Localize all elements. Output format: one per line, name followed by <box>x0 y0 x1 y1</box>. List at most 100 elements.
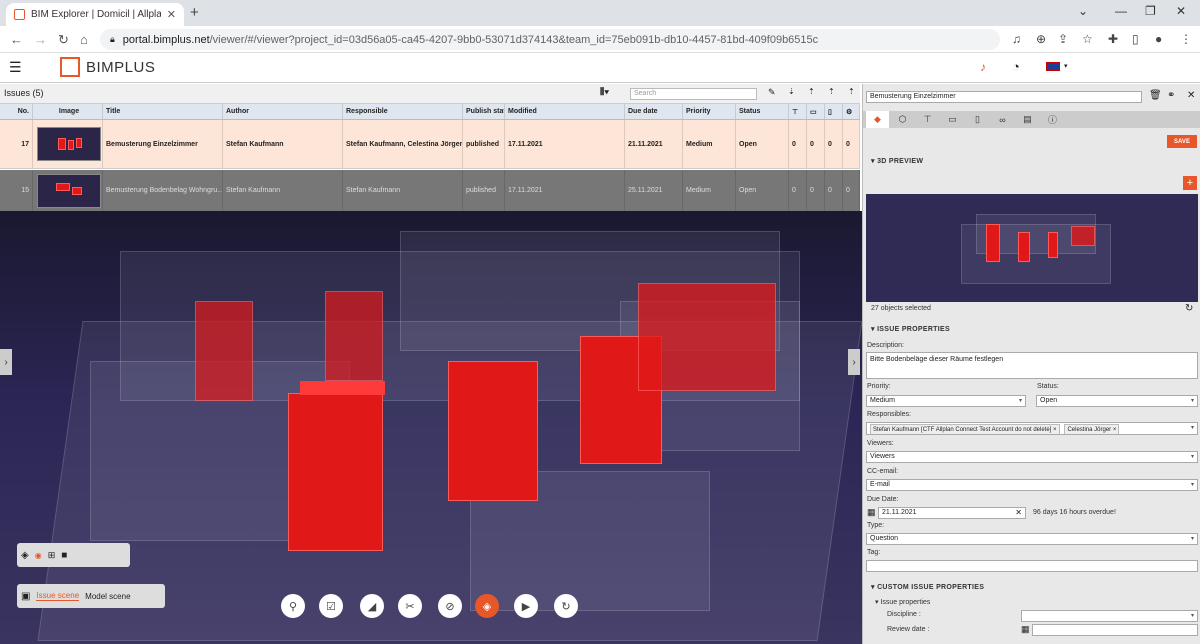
new-tab-icon[interactable]: + <box>190 4 199 21</box>
bcf-export-icon[interactable]: ⇡ <box>808 87 815 96</box>
close-icon[interactable]: ✕ <box>1187 90 1195 101</box>
type-select[interactable]: Question ▾ <box>866 533 1198 545</box>
custom-section-header[interactable]: ▾ CUSTOM ISSUE PROPERTIES <box>871 583 984 591</box>
col-image[interactable]: Image <box>33 104 103 119</box>
col-publish[interactable]: Publish stat <box>463 104 505 119</box>
tag-input[interactable] <box>866 560 1198 572</box>
tab-objects-icon[interactable]: ⬡ <box>891 111 914 128</box>
layers-active-icon[interactable]: ◈ <box>475 594 499 618</box>
table-row[interactable]: 17 Bemusterung Einzelzimmer Stefan Kaufm… <box>0 120 860 169</box>
share-icon[interactable]: ⇪ <box>1058 32 1068 46</box>
tab-pin-icon[interactable]: ⊤ <box>916 111 939 128</box>
sidebar-icon[interactable]: ▯ <box>1132 32 1139 46</box>
col-doc-icon[interactable]: ▯ <box>825 104 843 119</box>
reset-icon[interactable]: ↻ <box>554 594 578 618</box>
edit-issue-icon[interactable]: ✎ <box>768 87 776 98</box>
selected-room[interactable] <box>448 361 538 501</box>
menu-dots-icon[interactable]: ⋮ <box>1180 32 1192 46</box>
delete-icon[interactable]: 🗑︎ <box>1149 90 1162 101</box>
col-comment-icon[interactable]: ▭ <box>807 104 825 119</box>
bcf-import-icon[interactable]: ⇣ <box>788 87 795 96</box>
col-title[interactable]: Title <box>103 104 223 119</box>
3d-viewport[interactable]: › › ◈ ◉ ⊞ ■ ▣ Issue scene Model scene ⚲ … <box>0 211 862 644</box>
measure-icon[interactable]: ◢ <box>360 594 384 618</box>
layers-icon[interactable]: ◈ <box>21 550 29 561</box>
selected-room[interactable] <box>195 301 253 401</box>
save-button[interactable]: SAVE <box>1167 135 1197 148</box>
review-calendar-icon[interactable]: ▦ <box>1021 624 1030 635</box>
selected-room[interactable] <box>638 283 776 391</box>
explode-icon[interactable]: ⊞ <box>48 550 56 561</box>
browser-tab[interactable]: BIM Explorer | Domicil | Allplan B ✕ <box>6 3 184 26</box>
due-date-input[interactable]: 21.11.2021 ✕ <box>878 507 1026 519</box>
col-no[interactable]: No. <box>0 104 33 119</box>
tab-document-icon[interactable]: ▤ <box>1016 111 1039 128</box>
minimize-icon[interactable]: — <box>1115 4 1127 18</box>
extensions-icon[interactable]: ✚ <box>1108 32 1118 46</box>
preview-section-header[interactable]: ▾ 3D PREVIEW <box>871 157 923 165</box>
review-date-input[interactable] <box>1032 624 1198 636</box>
col-status[interactable]: Status <box>736 104 789 119</box>
bookmark-star-icon[interactable]: ☆ <box>1082 32 1093 46</box>
props-section-header[interactable]: ▾ ISSUE PROPERTIES <box>871 325 950 333</box>
custom-group-header[interactable]: ▾ Issue properties <box>875 598 930 606</box>
restore-icon[interactable]: ❐ <box>1145 4 1156 18</box>
refresh-icon[interactable]: ↻ <box>1185 303 1193 314</box>
collapse-right-icon[interactable]: › <box>848 349 860 375</box>
marker-icon[interactable]: ⚲ <box>281 594 305 618</box>
col-author[interactable]: Author <box>223 104 343 119</box>
discipline-select[interactable]: ▾ <box>1021 610 1198 622</box>
cc-email-select[interactable]: E-mail ▾ <box>866 479 1198 491</box>
reload-icon[interactable]: ↻ <box>58 32 69 48</box>
cut-icon[interactable]: ✂ <box>398 594 422 618</box>
columns-toggle-icon[interactable]: ⫴▾ <box>600 87 609 98</box>
status-select[interactable]: Open ▾ <box>1036 395 1198 407</box>
expand-left-icon[interactable]: › <box>0 349 12 375</box>
selected-room[interactable] <box>325 291 383 381</box>
col-priority[interactable]: Priority <box>683 104 736 119</box>
col-responsible[interactable]: Responsible <box>343 104 463 119</box>
tab-issue-scene[interactable]: Issue scene <box>36 591 80 601</box>
chevron-down-icon[interactable]: ⌄ <box>1078 4 1088 18</box>
tab-model-scene[interactable]: Model scene <box>85 592 130 601</box>
bcf2-export-icon[interactable]: ⇡ <box>828 87 835 96</box>
tab-properties-icon[interactable]: ◆ <box>866 111 889 128</box>
forward-icon[interactable]: → <box>34 32 47 47</box>
hamburger-menu-icon[interactable]: ☰ <box>9 59 22 76</box>
task-icon[interactable]: ☑ <box>319 594 343 618</box>
tab-comments-icon[interactable]: ▭ <box>941 111 964 128</box>
camera-icon[interactable]: ▶ <box>514 594 538 618</box>
link-icon[interactable]: ⚭ <box>1167 90 1175 101</box>
issue-title-input[interactable]: Bemusterung Einzelzimmer <box>866 91 1142 103</box>
tab-link-icon[interactable]: ∞ <box>991 111 1014 128</box>
responsible-chip[interactable]: Stefan Kaufmann [CTF Allplan Connect Tes… <box>870 424 1060 434</box>
table-row[interactable]: 15 Bemusterung Bodenbelag Wohngru... Ste… <box>0 170 860 211</box>
3d-preview-image[interactable] <box>866 194 1198 302</box>
col-pin-icon[interactable]: ⊤ <box>789 104 807 119</box>
address-bar[interactable]: 🔒︎ portal.bimplus.net/viewer/#/viewer?pr… <box>100 29 1000 50</box>
tab-attachment-icon[interactable]: ▯ <box>966 111 989 128</box>
description-textarea[interactable]: Bitte Bodenbeläge dieser Räume festlegen <box>866 352 1198 379</box>
close-window-icon[interactable]: ✕ <box>1176 4 1186 18</box>
clear-date-icon[interactable]: ✕ <box>1015 508 1022 518</box>
add-preview-icon[interactable]: + <box>1183 176 1197 190</box>
col-settings-icon[interactable]: ⚙ <box>843 104 860 119</box>
uk-flag-icon[interactable] <box>1046 62 1060 71</box>
zoom-icon[interactable]: ⊕ <box>1036 32 1046 46</box>
home-icon[interactable]: ⌂ <box>80 32 88 47</box>
col-modified[interactable]: Modified <box>505 104 625 119</box>
priority-select[interactable]: Medium ▾ <box>866 395 1026 407</box>
issues-search-input[interactable]: Search <box>630 88 757 100</box>
selected-room[interactable] <box>288 393 383 551</box>
xls-export-icon[interactable]: ⇡ <box>848 87 855 96</box>
close-tab-icon[interactable]: ✕ <box>167 8 176 21</box>
calendar-icon[interactable]: ▦ <box>867 507 876 518</box>
responsible-chip[interactable]: Celestina Jörger × <box>1064 424 1120 434</box>
cube-icon[interactable]: ■ <box>61 550 67 561</box>
notification-bell-icon[interactable]: ♪ <box>980 60 986 74</box>
support-icon[interactable]: ◔ <box>1012 59 1020 74</box>
hide-icon[interactable]: ⊘ <box>438 594 462 618</box>
language-caret-icon[interactable]: ▾ <box>1064 62 1068 70</box>
profile-icon[interactable]: ● <box>1155 32 1162 46</box>
viewers-select[interactable]: Viewers ▾ <box>866 451 1198 463</box>
